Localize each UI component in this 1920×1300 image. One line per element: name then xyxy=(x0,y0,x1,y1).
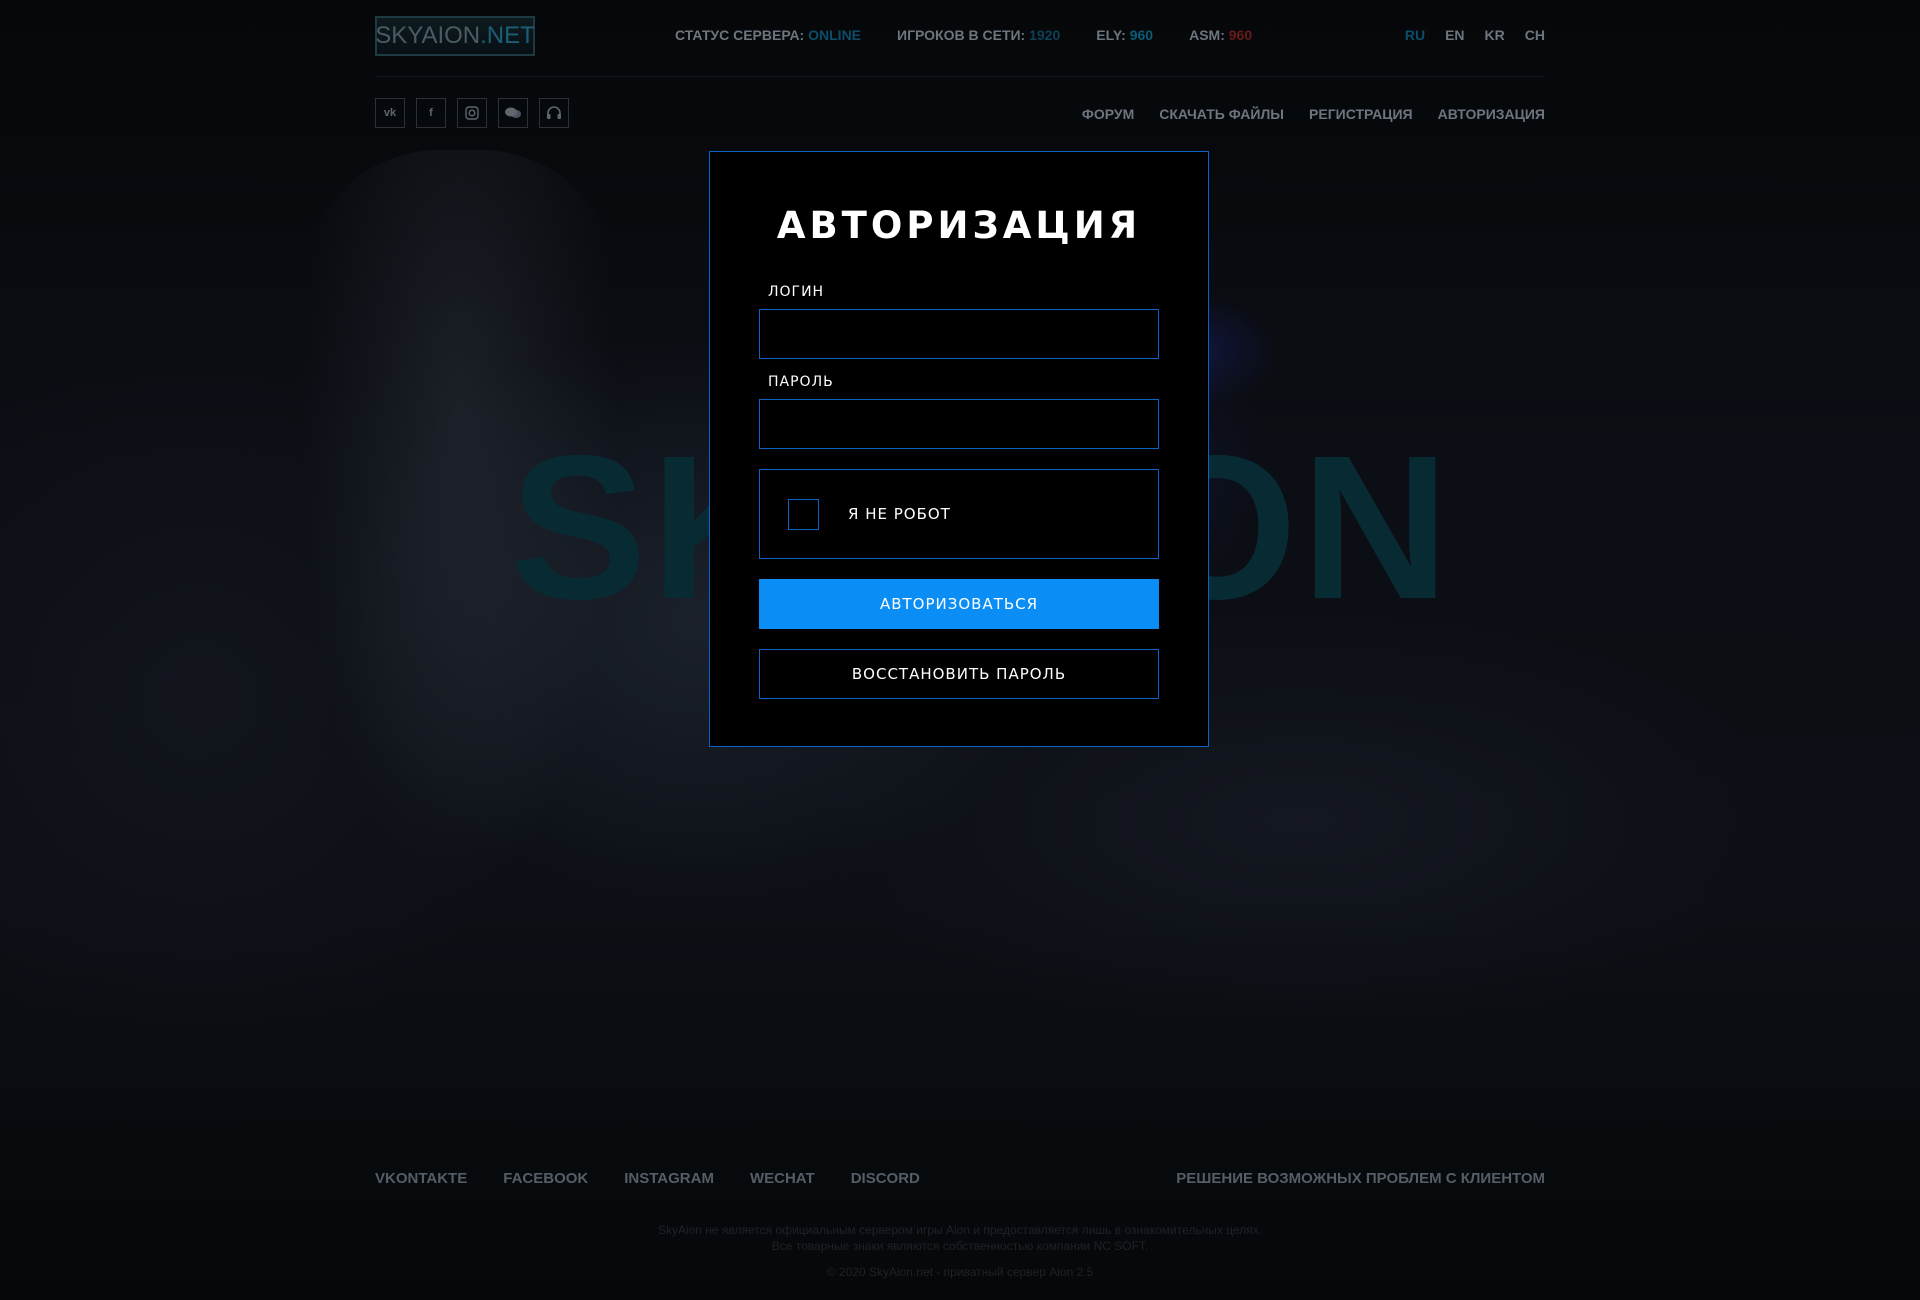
footer-link-discord[interactable]: DISCORD xyxy=(851,1170,920,1187)
ely-label: ELY: xyxy=(1096,27,1126,43)
ely-value: 960 xyxy=(1129,27,1154,43)
nav-forum[interactable]: ФОРУМ xyxy=(1082,106,1134,122)
login-input[interactable] xyxy=(759,309,1159,359)
ely-count: ELY: 960 xyxy=(1096,27,1153,43)
footer-link-facebook[interactable]: FACEBOOK xyxy=(503,1170,588,1187)
asm-value: 960 xyxy=(1228,27,1253,43)
server-status-value: ONLINE xyxy=(808,27,862,43)
server-status: СТАТУС СЕРВЕРА: ONLINE xyxy=(675,27,861,43)
players-online-value: 1920 xyxy=(1029,27,1061,43)
footer-link-wechat[interactable]: WECHAT xyxy=(750,1170,815,1187)
server-stats: СТАТУС СЕРВЕРА: ONLINE ИГРОКОВ В СЕТИ: 1… xyxy=(675,27,1288,43)
login-modal: АВТОРИЗАЦИЯ ЛОГИН ПАРОЛЬ Я НЕ РОБОТ АВТО… xyxy=(709,151,1209,747)
logo-main-text: SKYAION xyxy=(375,22,481,49)
footer-copyright: © 2020 SkyAion.net - приватный сервер Ai… xyxy=(826,1265,1094,1279)
chat-icon[interactable] xyxy=(498,98,528,128)
nav-authorization[interactable]: АВТОРИЗАЦИЯ xyxy=(1438,106,1545,122)
asm-label: ASM: xyxy=(1189,27,1225,43)
facebook-icon-label: f xyxy=(429,107,433,119)
site-logo[interactable]: SKYAION .NET xyxy=(375,16,535,56)
logo-domain-text: .NET xyxy=(480,22,535,49)
disclaimer-line-1: SkyAion не является официальным сервером… xyxy=(657,1223,1263,1237)
nav-registration[interactable]: РЕГИСТРАЦИЯ xyxy=(1309,106,1413,122)
nav-download[interactable]: СКАЧАТЬ ФАЙЛЫ xyxy=(1159,106,1284,122)
footer-help-link[interactable]: РЕШЕНИЕ ВОЗМОЖНЫХ ПРОБЛЕМ С КЛИЕНТОМ xyxy=(1176,1170,1545,1187)
server-status-label: СТАТУС СЕРВЕРА: xyxy=(675,27,805,43)
headset-glyph xyxy=(547,106,561,119)
captcha-checkbox[interactable] xyxy=(788,499,819,530)
captcha-label: Я НЕ РОБОТ xyxy=(848,505,951,523)
instagram-glyph xyxy=(465,106,479,120)
players-online: ИГРОКОВ В СЕТИ: 1920 xyxy=(897,27,1060,43)
headset-icon[interactable] xyxy=(539,98,569,128)
modal-title: АВТОРИЗАЦИЯ xyxy=(776,204,1142,247)
password-label: ПАРОЛЬ xyxy=(768,374,834,390)
lang-en[interactable]: EN xyxy=(1445,27,1464,43)
top-bar: SKYAION .NET СТАТУС СЕРВЕРА: ONLINE ИГРОК… xyxy=(375,14,1545,77)
language-switcher: RU EN KR CH xyxy=(1405,27,1545,43)
players-online-label: ИГРОКОВ В СЕТИ: xyxy=(897,27,1026,43)
instagram-icon[interactable] xyxy=(457,98,487,128)
asm-count: ASM: 960 xyxy=(1189,27,1252,43)
login-submit-button[interactable]: АВТОРИЗОВАТЬСЯ xyxy=(759,579,1159,629)
captcha-box: Я НЕ РОБОТ xyxy=(759,469,1159,559)
lang-ch[interactable]: CH xyxy=(1525,27,1545,43)
social-icons: vk f xyxy=(375,98,569,128)
restore-password-button[interactable]: ВОССТАНОВИТЬ ПАРОЛЬ xyxy=(759,649,1159,699)
footer-link-instagram[interactable]: INSTAGRAM xyxy=(624,1170,714,1187)
nav-row: vk f ФОРУМ СКАЧАТЬ ФАЙЛЫ РЕГИСТРАЦИЯ АВТ… xyxy=(375,98,1545,132)
chat-glyph xyxy=(505,107,521,118)
lang-ru[interactable]: RU xyxy=(1405,27,1425,43)
footer-disclaimer: SkyAion не является официальным сервером… xyxy=(0,1222,1920,1254)
footer-link-vkontakte[interactable]: VKONTAKTE xyxy=(375,1170,467,1187)
facebook-icon[interactable]: f xyxy=(416,98,446,128)
main-nav: ФОРУМ СКАЧАТЬ ФАЙЛЫ РЕГИСТРАЦИЯ АВТОРИЗА… xyxy=(1082,106,1545,122)
footer-social-links: VKONTAKTE FACEBOOK INSTAGRAM WECHAT DISC… xyxy=(375,1170,920,1187)
password-input[interactable] xyxy=(759,399,1159,449)
footer-links: VKONTAKTE FACEBOOK INSTAGRAM WECHAT DISC… xyxy=(375,1170,1545,1194)
disclaimer-line-2: Все товарные знаки являются собственност… xyxy=(771,1239,1149,1253)
vk-icon-label: vk xyxy=(383,107,397,119)
login-label: ЛОГИН xyxy=(768,284,825,300)
lang-kr[interactable]: KR xyxy=(1485,27,1505,43)
vk-icon[interactable]: vk xyxy=(375,98,405,128)
